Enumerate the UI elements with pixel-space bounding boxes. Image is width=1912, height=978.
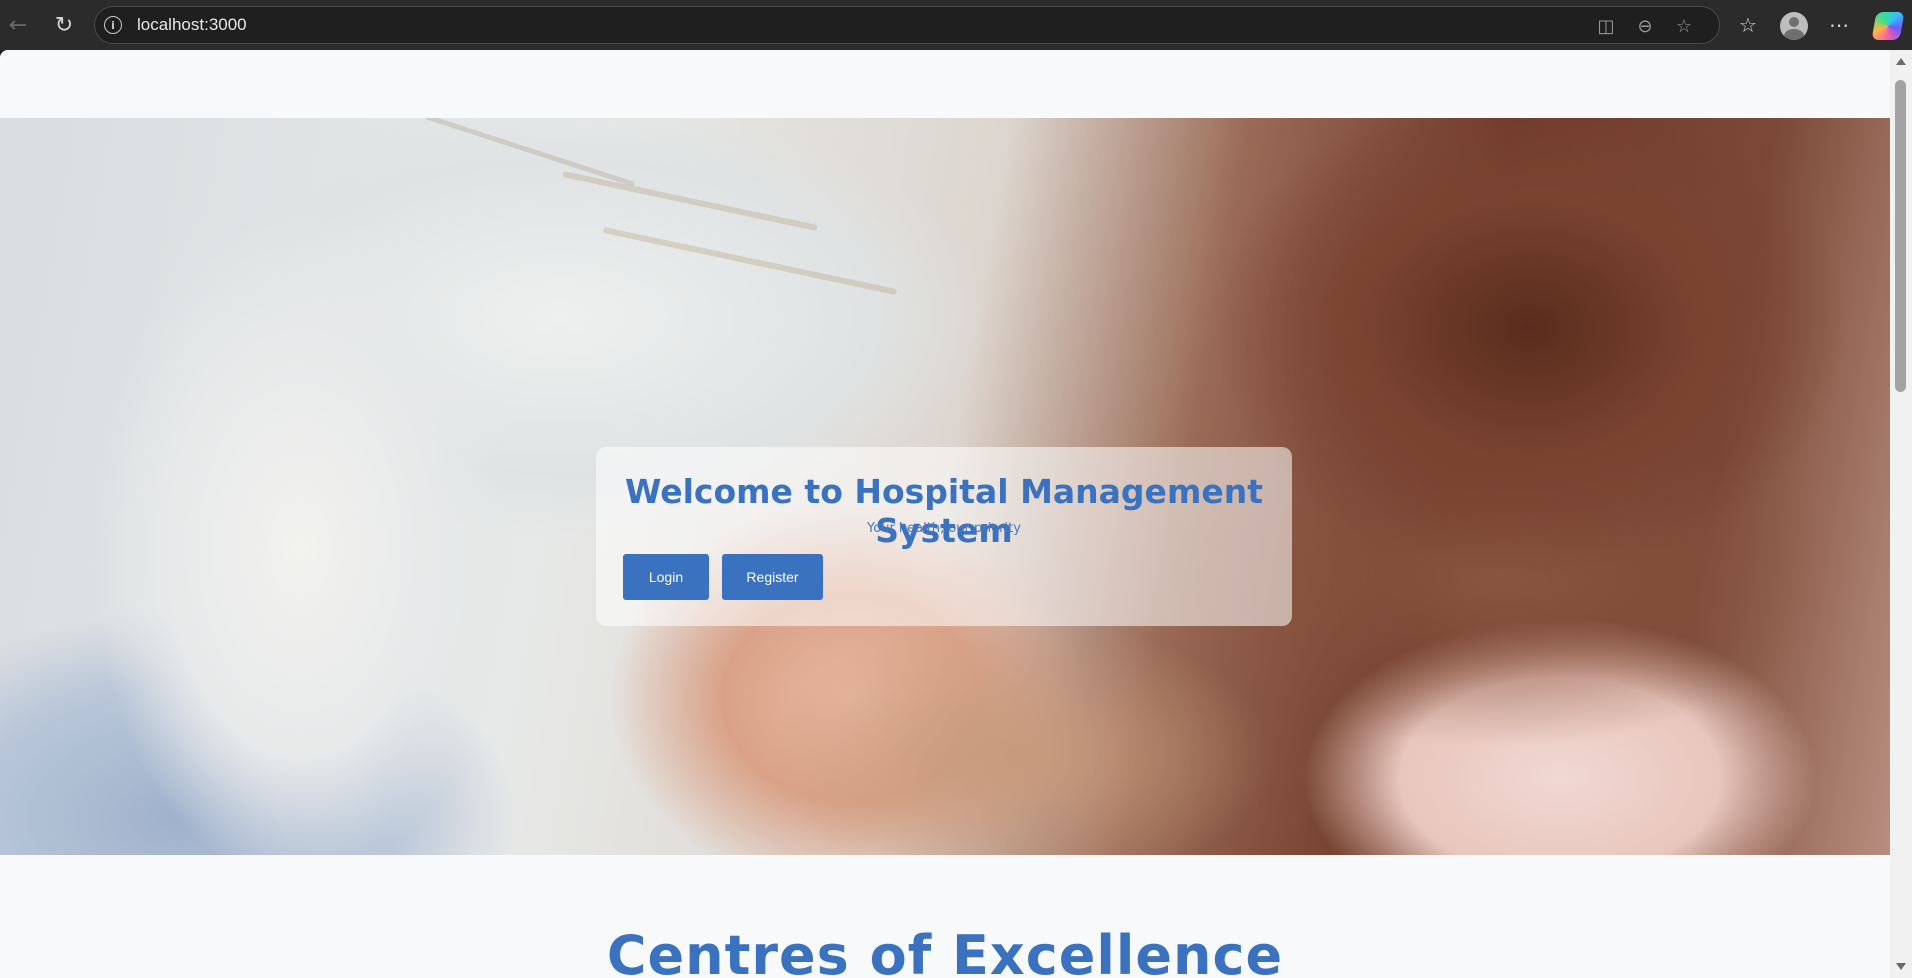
page-viewport: Welcome to Hospital Management System Yo… bbox=[0, 50, 1890, 978]
login-button[interactable]: Login bbox=[623, 554, 709, 600]
welcome-title: Welcome to Hospital Management System bbox=[625, 472, 1263, 550]
centres-of-excellence-title: Centres of Excellence bbox=[606, 924, 1284, 978]
split-screen-icon[interactable]: ◫ bbox=[1594, 14, 1618, 38]
top-navbar bbox=[0, 50, 1890, 118]
hero-image-detail bbox=[602, 226, 898, 296]
back-icon[interactable]: ← bbox=[2, 9, 34, 41]
copilot-icon[interactable] bbox=[1871, 12, 1905, 40]
more-icon[interactable]: ⋯ bbox=[1825, 11, 1853, 39]
page-scrollbar[interactable] bbox=[1890, 50, 1912, 978]
hero-image-detail bbox=[424, 118, 636, 187]
reload-icon[interactable]: ↻ bbox=[48, 9, 80, 41]
favorites-list-icon[interactable]: ☆ bbox=[1734, 11, 1762, 39]
hero-image-detail bbox=[562, 171, 818, 231]
scrollbar-thumb[interactable] bbox=[1895, 80, 1906, 392]
welcome-card: Welcome to Hospital Management System Yo… bbox=[596, 447, 1292, 626]
welcome-subtitle: Your health, our priority bbox=[867, 521, 1021, 536]
address-bar[interactable]: i localhost:3000 ◫ ⊖ ☆ bbox=[94, 6, 1720, 44]
register-button[interactable]: Register bbox=[722, 554, 823, 600]
profile-avatar-icon[interactable] bbox=[1780, 12, 1808, 40]
scroll-down-icon[interactable] bbox=[1896, 963, 1906, 970]
url-text[interactable]: localhost:3000 bbox=[137, 15, 247, 35]
browser-toolbar: ← ↻ i localhost:3000 ◫ ⊖ ☆ ☆ ⋯ bbox=[0, 0, 1912, 50]
star-icon[interactable]: ☆ bbox=[1672, 14, 1696, 38]
zoom-out-icon[interactable]: ⊖ bbox=[1633, 14, 1657, 38]
scroll-up-icon[interactable] bbox=[1896, 58, 1906, 65]
info-icon[interactable]: i bbox=[104, 16, 122, 34]
